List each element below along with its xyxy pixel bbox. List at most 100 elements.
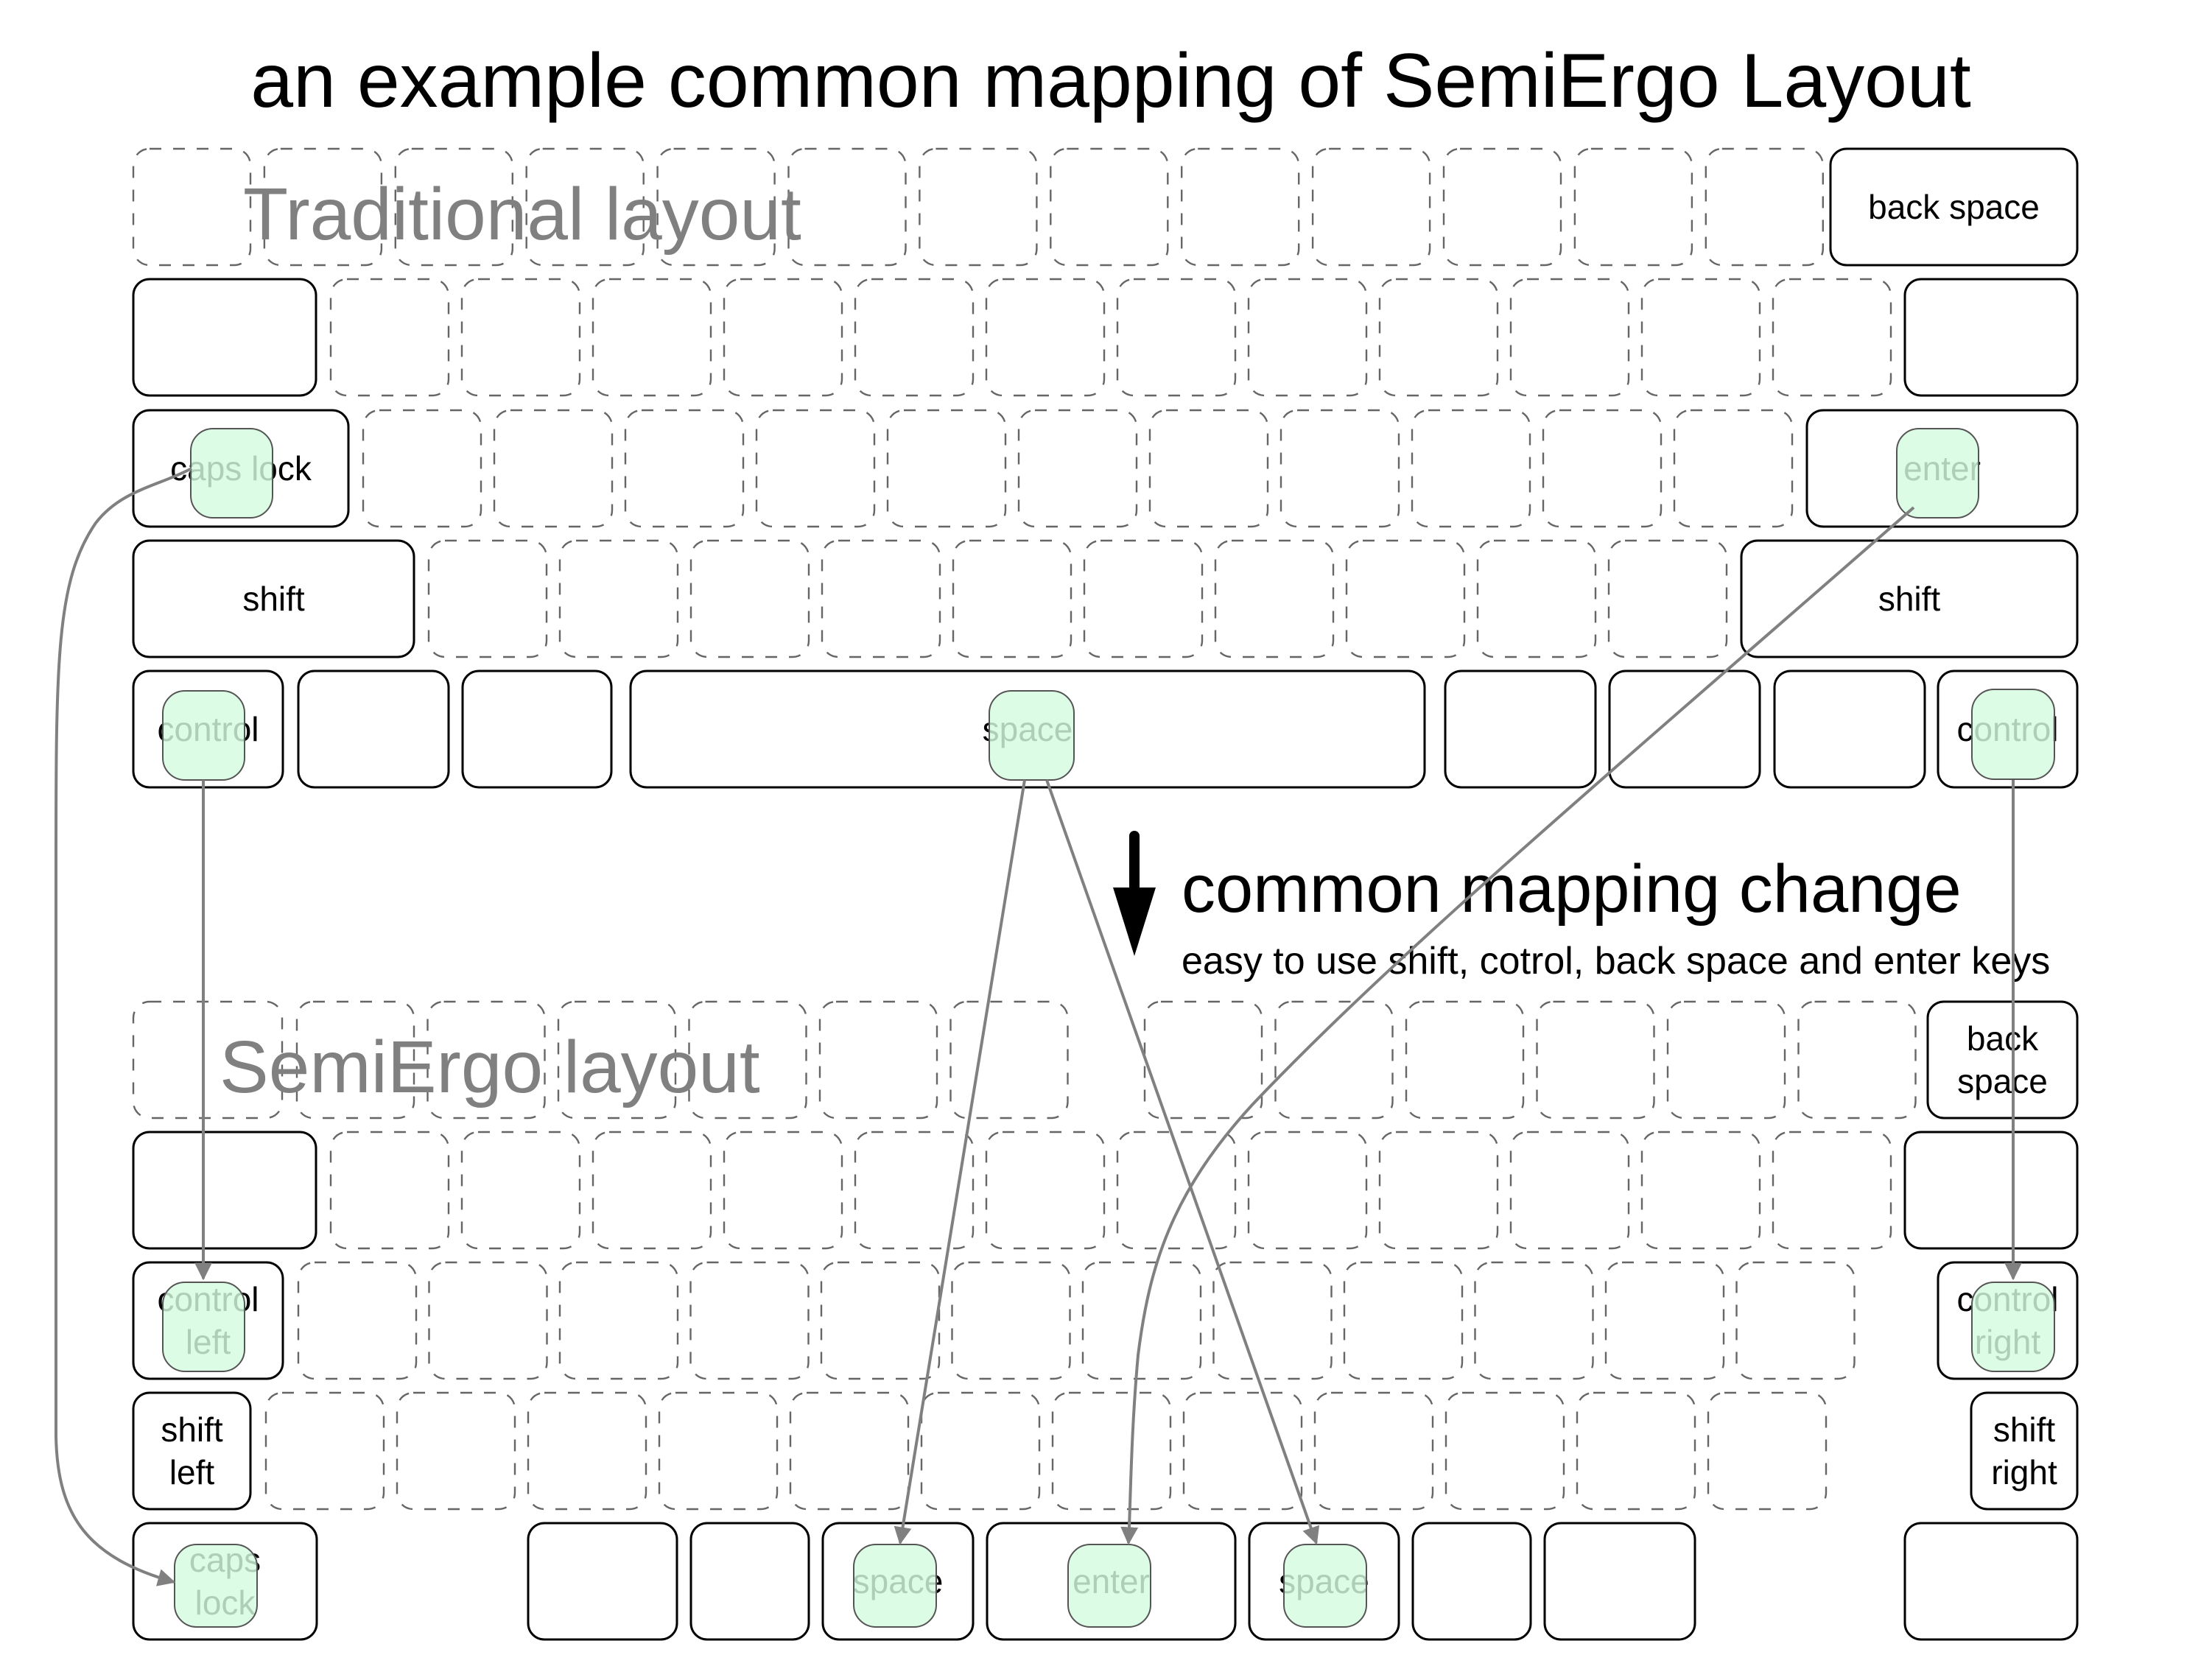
key-outline bbox=[1903, 1522, 2079, 1641]
semiergo-key-placeholder bbox=[1378, 1131, 1499, 1250]
key-outline bbox=[461, 669, 613, 789]
semiergo-key-blank bbox=[689, 1522, 810, 1641]
key-outline bbox=[1573, 147, 1693, 267]
semiergo-key-placeholder bbox=[1474, 1261, 1594, 1380]
traditional-key-placeholder bbox=[362, 409, 482, 528]
highlight-marker bbox=[162, 690, 245, 781]
key-outline bbox=[396, 1391, 516, 1511]
key-outline bbox=[1576, 1391, 1696, 1511]
key-outline bbox=[1313, 1391, 1434, 1511]
traditional-key-placeholder bbox=[952, 539, 1073, 658]
semiergo-key-placeholder bbox=[1604, 1261, 1725, 1380]
key-outline bbox=[820, 1261, 941, 1380]
traditional-key-placeholder bbox=[1116, 278, 1237, 397]
semiergo-key-placeholder bbox=[329, 1131, 450, 1250]
semiergo-key-placeholder bbox=[658, 1391, 779, 1511]
semiergo-key-placeholder bbox=[689, 1261, 810, 1380]
key-outline bbox=[1640, 1131, 1761, 1250]
semiergo-key-placeholder bbox=[428, 1261, 548, 1380]
key-outline bbox=[1083, 539, 1204, 658]
key-outline bbox=[951, 1261, 1071, 1380]
key-outline bbox=[428, 1261, 548, 1380]
traditional-key-placeholder bbox=[1442, 147, 1562, 267]
highlight-marker bbox=[162, 1282, 245, 1372]
traditional-key-blank bbox=[1608, 669, 1761, 789]
traditional-key-placeholder bbox=[427, 539, 548, 658]
key-outline bbox=[723, 1131, 843, 1250]
key-outline bbox=[527, 1391, 647, 1511]
traditional-layout-label: Traditional layout bbox=[243, 173, 801, 256]
semiergo-key-placeholder bbox=[558, 1261, 679, 1380]
key-outline bbox=[1735, 1261, 1856, 1380]
semiergo-key-backspace: back space bbox=[1926, 1000, 2079, 1120]
semiergo-key-blank bbox=[132, 1131, 317, 1250]
semiergo-key-placeholder bbox=[1772, 1131, 1892, 1250]
semiergo-key-caps-lock: capslock bbox=[132, 1522, 318, 1641]
key-outline bbox=[362, 409, 482, 528]
key-outline bbox=[591, 1131, 712, 1250]
semiergo-key-space-left: space bbox=[821, 1522, 975, 1641]
key-outline bbox=[1476, 539, 1597, 658]
key-outline bbox=[1640, 278, 1761, 397]
traditional-key-placeholder bbox=[591, 278, 712, 397]
semiergo-key-blank bbox=[1903, 1522, 2079, 1641]
key-outline bbox=[949, 1000, 1069, 1120]
key-outline bbox=[1247, 278, 1368, 397]
semiergo-key-placeholder bbox=[527, 1391, 647, 1511]
traditional-key-placeholder bbox=[1411, 409, 1531, 528]
key-outline bbox=[1666, 1000, 1786, 1120]
key-outline bbox=[132, 147, 252, 267]
semiergo-key-placeholder bbox=[1666, 1000, 1786, 1120]
key-outline bbox=[1214, 539, 1335, 658]
semiergo-key-placeholder bbox=[920, 1391, 1041, 1511]
key-outline bbox=[723, 278, 843, 397]
key-outline bbox=[1017, 409, 1138, 528]
key-outline bbox=[854, 278, 975, 397]
key-outline bbox=[818, 1000, 938, 1120]
key-outline bbox=[1279, 409, 1400, 528]
key-outline bbox=[558, 1261, 679, 1380]
traditional-key-placeholder bbox=[460, 278, 581, 397]
traditional-key-placeholder bbox=[132, 147, 252, 267]
highlight-marker bbox=[853, 1544, 937, 1628]
traditional-key-placeholder bbox=[1640, 278, 1761, 397]
semiergo-key-placeholder bbox=[1212, 1261, 1333, 1380]
key-outline bbox=[132, 278, 317, 397]
traditional-key-control-right: control bbox=[1937, 669, 2079, 789]
key-outline bbox=[689, 1522, 810, 1641]
key-outline bbox=[1604, 1261, 1725, 1380]
highlight-marker bbox=[190, 428, 273, 519]
key-label: right bbox=[1991, 1453, 2057, 1491]
traditional-key-placeholder bbox=[886, 409, 1007, 528]
key-outline bbox=[297, 1261, 418, 1380]
key-outline bbox=[658, 1391, 779, 1511]
semiergo-key-shift-right: shift right bbox=[1970, 1391, 2079, 1511]
link-enter bbox=[1120, 506, 1915, 1545]
key-outline bbox=[329, 1131, 450, 1250]
traditional-key-placeholder bbox=[1017, 409, 1138, 528]
semiergo-key-placeholder bbox=[1576, 1391, 1696, 1511]
semiergo-key-blank bbox=[1411, 1522, 1532, 1641]
key-outline bbox=[919, 147, 1038, 267]
traditional-key-caps-lock: caps lock bbox=[132, 409, 350, 528]
key-outline bbox=[591, 278, 712, 397]
highlight-marker bbox=[1896, 428, 1979, 519]
semiergo-key-placeholder bbox=[1707, 1391, 1828, 1511]
traditional-key-placeholder bbox=[723, 278, 843, 397]
semiergo-key-blank bbox=[1903, 1131, 2079, 1250]
traditional-key-placeholder bbox=[787, 147, 907, 267]
traditional-key-placeholder bbox=[854, 278, 975, 397]
traditional-key-placeholder bbox=[1311, 147, 1431, 267]
key-outline bbox=[1378, 1131, 1499, 1250]
semiergo-key-control-left: controlleft bbox=[132, 1261, 284, 1380]
semiergo-key-placeholder bbox=[1247, 1131, 1368, 1250]
semiergo-key-placeholder bbox=[818, 1000, 938, 1120]
key-outline bbox=[132, 1131, 317, 1250]
link-space-left bbox=[894, 779, 1026, 1545]
key-outline bbox=[1050, 147, 1169, 267]
mapping-change-subtitle: easy to use shift, cotrol, back space an… bbox=[1182, 940, 2050, 983]
key-outline bbox=[1345, 539, 1466, 658]
key-outline bbox=[854, 1131, 975, 1250]
traditional-key-control-left: control bbox=[132, 669, 284, 789]
diagram-title: an example common mapping of SemiErgo La… bbox=[250, 38, 1971, 124]
